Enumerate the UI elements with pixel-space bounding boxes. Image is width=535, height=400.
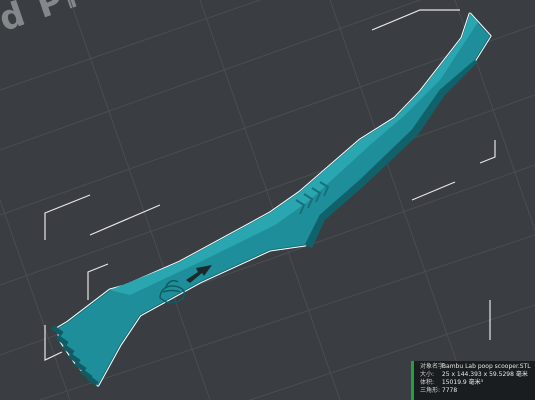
object-volume-label: 体积: (420, 379, 435, 386)
object-info-panel: 对象名字: Bambu Lab poop scooper.STL 大小: 25 … (411, 361, 535, 400)
object-size-row: 大小: 25 x 144.393 x 59.5298 毫米 (420, 371, 535, 379)
3d-viewport[interactable]: d PI 对象名字: Bambu Lab poop scooper.STL 大小… (0, 0, 535, 400)
object-name-label: 对象名字: (420, 363, 447, 370)
object-triangles-label: 三角形: (420, 387, 441, 394)
scene (0, 0, 535, 400)
object-volume-row: 体积: 15019.9 毫米³ (420, 379, 535, 387)
object-name-row: 对象名字: Bambu Lab poop scooper.STL (420, 363, 535, 371)
object-triangles-value: 7778 (441, 387, 458, 394)
object-volume-value: 15019.9 毫米³ (441, 379, 484, 386)
object-name-value: Bambu Lab poop scooper.STL (441, 363, 531, 370)
object-size-value: 25 x 144.393 x 59.5298 毫米 (441, 371, 528, 378)
object-triangles-row: 三角形: 7778 (420, 387, 535, 395)
object-size-label: 大小: (420, 371, 435, 378)
